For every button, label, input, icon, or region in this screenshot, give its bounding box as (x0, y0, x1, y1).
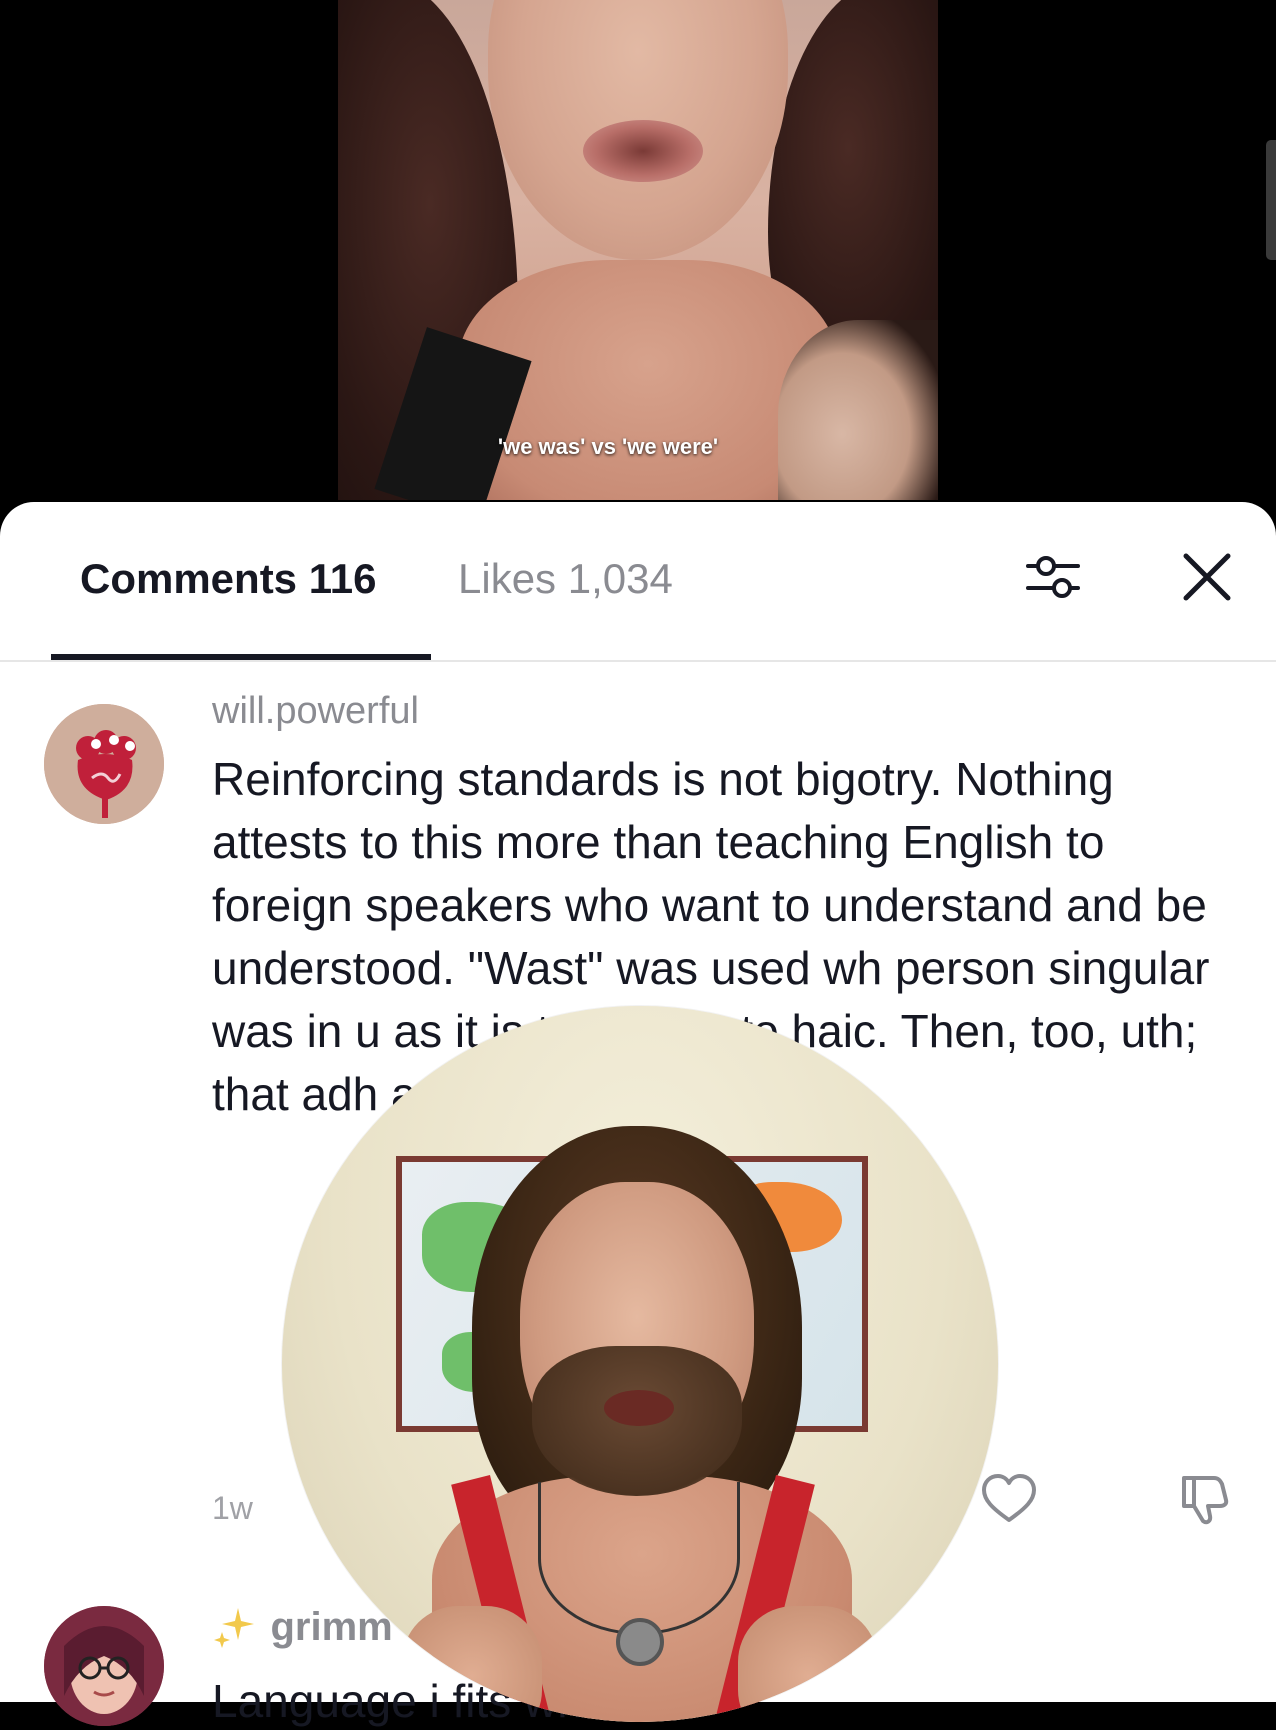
comment-timestamp: 1w (212, 1490, 253, 1526)
sliders-icon[interactable] (1022, 546, 1084, 608)
tab-comments[interactable]: Comments 116 (80, 555, 376, 603)
comment-username[interactable]: will.powerful (212, 690, 419, 733)
thumbs-down-icon[interactable] (1172, 1468, 1234, 1530)
video-player[interactable]: 'we was' vs 'we were' (0, 0, 1276, 510)
close-icon[interactable] (1176, 546, 1238, 608)
avatar[interactable] (44, 704, 164, 824)
flower-avatar-icon (44, 704, 164, 824)
comments-tab-bar: Comments 116 Likes 1,034 (0, 502, 1276, 662)
tab-likes[interactable]: Likes 1,034 (458, 555, 673, 603)
active-tab-indicator (51, 654, 431, 660)
user-photo-avatar-icon (44, 1606, 164, 1726)
video-caption-text: 'we was' vs 'we were' (497, 434, 719, 459)
sparkle-icon (214, 1608, 254, 1648)
spiral-pendant-icon (616, 1618, 664, 1666)
avatar[interactable] (44, 1606, 164, 1726)
video-caption: 'we was' vs 'we were' (0, 434, 1276, 460)
edge-scroll-handle[interactable] (1266, 140, 1276, 260)
reaction-video-bubble[interactable] (282, 1006, 998, 1722)
video-frame (338, 0, 938, 500)
